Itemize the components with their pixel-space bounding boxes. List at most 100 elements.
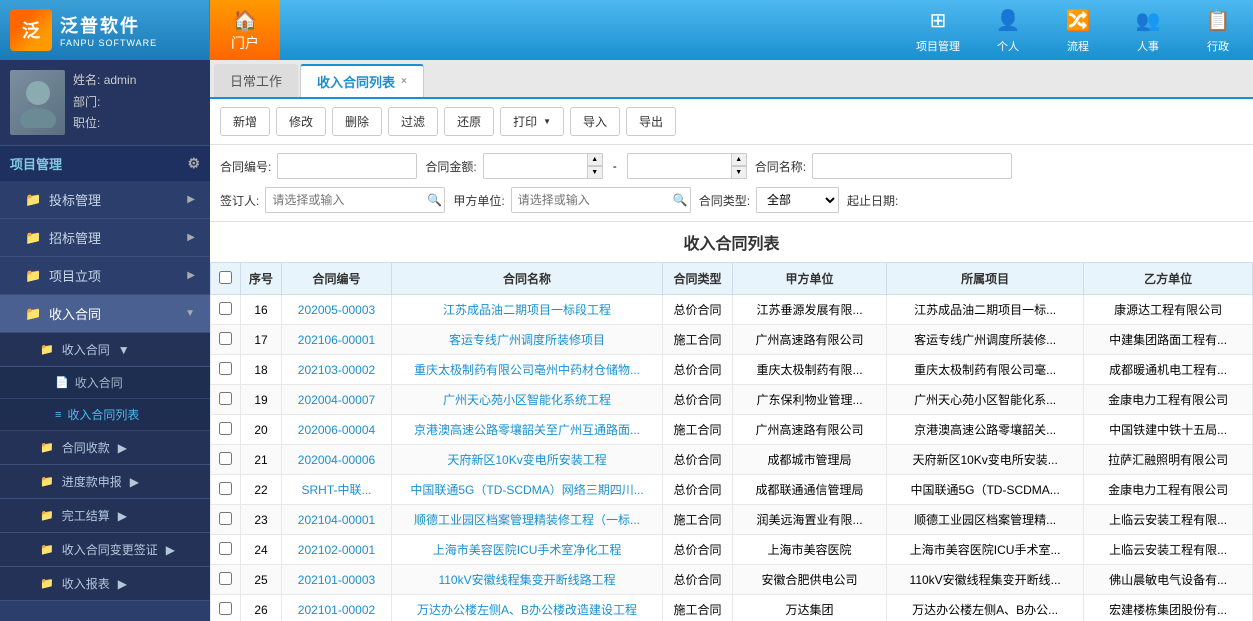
row-checkbox-9[interactable] bbox=[219, 572, 232, 585]
row-name-link-5[interactable]: 天府新区10Kv变电所安装工程 bbox=[447, 453, 606, 467]
row-code-link-4[interactable]: 202006-00004 bbox=[298, 423, 375, 437]
row-name-link-2[interactable]: 重庆太极制药有限公司亳州中药材仓储物... bbox=[414, 363, 640, 377]
avatar bbox=[10, 70, 65, 135]
tab-daily-work[interactable]: 日常工作 bbox=[214, 64, 298, 97]
row-code-link-7[interactable]: 202104-00001 bbox=[298, 513, 375, 527]
nav-project-mgmt[interactable]: ⊞ 项目管理 bbox=[903, 0, 973, 60]
row-name-link-10[interactable]: 万达办公楼左侧A、B办公楼改造建设工程 bbox=[417, 603, 637, 617]
sidebar-item-project-approval[interactable]: 📁 项目立项 ▶ bbox=[0, 257, 210, 295]
filter-amount-min-input[interactable] bbox=[483, 153, 603, 179]
nav-hr[interactable]: 👥 人事 bbox=[1113, 0, 1183, 60]
row-name-link-9[interactable]: 110kV安徽线程集变开断线路工程 bbox=[438, 573, 615, 587]
sidebar-sub-contract-payment[interactable]: 📁 合同收款 ▶ bbox=[0, 431, 210, 465]
row-party-b-2: 成都暖通机电工程有... bbox=[1084, 355, 1253, 385]
filter-signer-input[interactable] bbox=[265, 187, 445, 213]
row-name-link-8[interactable]: 上海市美容医院ICU手术室净化工程 bbox=[433, 543, 622, 557]
btn-print[interactable]: 打印 bbox=[500, 107, 564, 136]
row-name-link-7[interactable]: 顺德工业园区档案管理精装修工程（一标... bbox=[414, 513, 640, 527]
row-name-link-1[interactable]: 客运专线广州调度所装修项目 bbox=[449, 333, 605, 347]
sidebar-item-tender-mgmt[interactable]: 📁 招标管理 ▶ bbox=[0, 219, 210, 257]
amount-max-down-btn[interactable]: ▼ bbox=[731, 166, 747, 179]
select-all-checkbox[interactable] bbox=[219, 271, 232, 284]
amount-min-down-btn[interactable]: ▼ bbox=[587, 166, 603, 179]
row-checkbox-2[interactable] bbox=[219, 362, 232, 375]
amount-max-up-btn[interactable]: ▲ bbox=[731, 153, 747, 166]
filter-amount-max-input[interactable] bbox=[627, 153, 747, 179]
row-code-link-0[interactable]: 202005-00003 bbox=[298, 303, 375, 317]
sidebar-sub-label-contract-payment: 合同收款 bbox=[62, 439, 110, 456]
row-checkbox-8[interactable] bbox=[219, 542, 232, 555]
row-name-link-0[interactable]: 江苏成品油二期项目一标段工程 bbox=[443, 303, 611, 317]
row-checkbox-3[interactable] bbox=[219, 392, 232, 405]
btn-export[interactable]: 导出 bbox=[626, 107, 676, 136]
row-seq-6: 22 bbox=[241, 475, 282, 505]
row-checkbox-0[interactable] bbox=[219, 302, 232, 315]
logo-text: 泛普软件 FANPU SOFTWARE bbox=[60, 12, 157, 48]
row-code-link-9[interactable]: 202101-00003 bbox=[298, 573, 375, 587]
tab-income-contract-list[interactable]: 收入合同列表 × bbox=[300, 64, 424, 97]
filter-code-input[interactable] bbox=[277, 153, 417, 179]
gear-icon[interactable]: ⚙ bbox=[187, 155, 200, 172]
row-code-link-2[interactable]: 202103-00002 bbox=[298, 363, 375, 377]
content-area: 日常工作 收入合同列表 × 新增 修改 删除 过滤 还原 打印 导入 导出 合同… bbox=[210, 60, 1253, 621]
row-checkbox-6[interactable] bbox=[219, 482, 232, 495]
row-party-b-0: 康源达工程有限公司 bbox=[1084, 295, 1253, 325]
row-name-link-3[interactable]: 广州天心苑小区智能化系统工程 bbox=[443, 393, 611, 407]
sidebar-subsub-income-contract[interactable]: 📄 收入合同 bbox=[0, 367, 210, 399]
row-checkbox-10[interactable] bbox=[219, 602, 232, 615]
row-checkbox-1[interactable] bbox=[219, 332, 232, 345]
amount-min-up-btn[interactable]: ▲ bbox=[587, 153, 603, 166]
btn-add[interactable]: 新增 bbox=[220, 107, 270, 136]
row-checkbox-7[interactable] bbox=[219, 512, 232, 525]
row-seq-3: 19 bbox=[241, 385, 282, 415]
row-code-link-5[interactable]: 202004-00006 bbox=[298, 453, 375, 467]
sidebar-sub-income-report[interactable]: 📁 收入报表 ▶ bbox=[0, 567, 210, 601]
filter-type-select[interactable]: 全部 总价合同 施工合同 bbox=[756, 187, 839, 213]
row-seq-5: 21 bbox=[241, 445, 282, 475]
table-row: 20 202006-00004 京港澳高速公路零壤韶关至广州互通路面... 施工… bbox=[211, 415, 1253, 445]
filter-party-a-input[interactable] bbox=[511, 187, 691, 213]
row-seq-10: 26 bbox=[241, 595, 282, 621]
tab-close-icon[interactable]: × bbox=[401, 76, 407, 87]
row-checkbox-4[interactable] bbox=[219, 422, 232, 435]
sidebar-label-income-contract: 收入合同 bbox=[49, 304, 101, 323]
row-code-link-3[interactable]: 202004-00007 bbox=[298, 393, 375, 407]
row-code-7: 202104-00001 bbox=[282, 505, 392, 535]
sidebar-sub-income-contract[interactable]: 📁 收入合同 ▼ bbox=[0, 333, 210, 367]
btn-filter[interactable]: 过滤 bbox=[388, 107, 438, 136]
row-code-link-1[interactable]: 202106-00001 bbox=[298, 333, 375, 347]
row-code-link-8[interactable]: 202102-00001 bbox=[298, 543, 375, 557]
sidebar-sub-completion-settlement[interactable]: 📁 完工结算 ▶ bbox=[0, 499, 210, 533]
sidebar-item-bidding-mgmt[interactable]: 📁 投标管理 ▶ bbox=[0, 181, 210, 219]
nav-admin[interactable]: 📋 行政 bbox=[1183, 0, 1253, 60]
row-code-link-10[interactable]: 202101-00002 bbox=[298, 603, 375, 617]
nav-personal[interactable]: 👤 个人 bbox=[973, 0, 1043, 60]
sidebar-sub-progress-payment[interactable]: 📁 进度款申报 ▶ bbox=[0, 465, 210, 499]
filter-name-input[interactable] bbox=[812, 153, 1012, 179]
folder-icon-5: 📁 bbox=[40, 343, 54, 356]
btn-restore[interactable]: 还原 bbox=[444, 107, 494, 136]
sidebar-subsub-income-contract-list[interactable]: ≡ 收入合同列表 bbox=[0, 399, 210, 431]
row-checkbox-5[interactable] bbox=[219, 452, 232, 465]
filter-row-code: 合同编号: bbox=[220, 153, 417, 179]
sidebar-sub-contract-change[interactable]: 📁 收入合同变更签证 ▶ bbox=[0, 533, 210, 567]
sidebar-item-income-contract[interactable]: 📁 收入合同 ▼ bbox=[0, 295, 210, 333]
btn-import[interactable]: 导入 bbox=[570, 107, 620, 136]
row-code-2: 202103-00002 bbox=[282, 355, 392, 385]
party-a-search-btn[interactable]: 🔍 bbox=[673, 193, 688, 207]
signer-search-wrapper: 🔍 bbox=[265, 187, 445, 213]
filter-date-label: 起止日期: bbox=[847, 192, 898, 209]
nav-home-button[interactable]: 🏠 门户 bbox=[210, 0, 280, 60]
nav-workflow[interactable]: 🔀 流程 bbox=[1043, 0, 1113, 60]
sidebar-label-project-approval: 项目立项 bbox=[49, 266, 101, 285]
btn-delete[interactable]: 删除 bbox=[332, 107, 382, 136]
row-name-link-6[interactable]: 中国联通5G（TD-SCDMA）网络三期四川... bbox=[410, 483, 643, 497]
signer-search-btn[interactable]: 🔍 bbox=[427, 193, 442, 207]
btn-edit[interactable]: 修改 bbox=[276, 107, 326, 136]
row-name-link-4[interactable]: 京港澳高速公路零壤韶关至广州互通路面... bbox=[414, 423, 640, 437]
row-project-9: 110kV安徽线程集变开断线... bbox=[887, 565, 1084, 595]
row-code-link-6[interactable]: SRHT-中联... bbox=[302, 483, 372, 497]
row-type-2: 总价合同 bbox=[663, 355, 733, 385]
row-project-10: 万达办公楼左侧A、B办公... bbox=[887, 595, 1084, 621]
row-party-a-2: 重庆太极制药有限... bbox=[733, 355, 887, 385]
